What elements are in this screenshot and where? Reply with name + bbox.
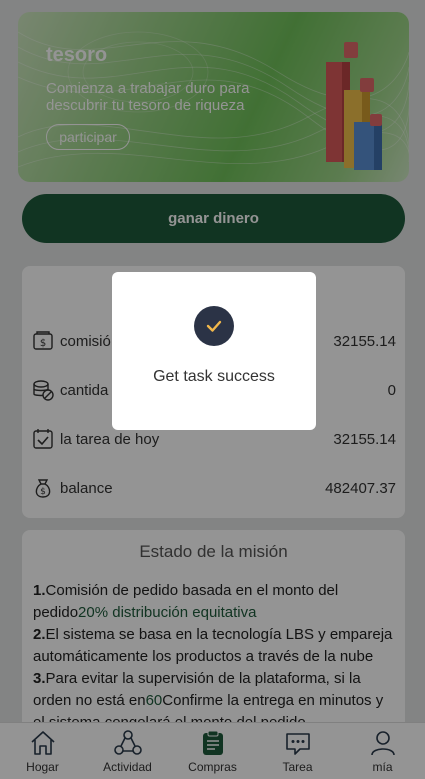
success-toast: Get task success (112, 272, 316, 430)
success-check-icon (194, 306, 234, 346)
toast-message: Get task success (153, 368, 275, 385)
